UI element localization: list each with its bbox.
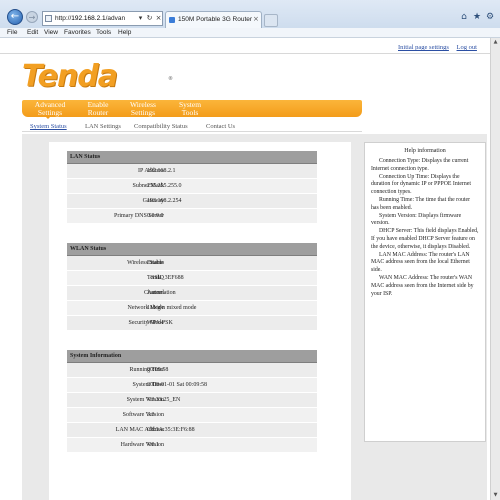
table-row: Channel Automation — [67, 286, 317, 301]
close-tab-icon[interactable]: × — [253, 15, 259, 23]
menu-bar: File Edit View Favorites Tools Help — [0, 28, 500, 38]
row-value: 00:09:58 — [147, 367, 169, 373]
search-dropdown-icon[interactable]: ▾ — [136, 12, 145, 24]
row-value: WPA-PSK — [147, 320, 173, 326]
subtab-system-status[interactable]: System Status — [30, 123, 67, 130]
page-icon — [45, 15, 52, 22]
menu-help[interactable]: Help — [118, 28, 131, 38]
nav-advanced-settings[interactable]: Advanced Settings — [31, 101, 69, 116]
header-divider — [0, 53, 490, 54]
row-value: 3.3 — [147, 412, 155, 418]
system-information-section: System Information Running Time 00:09:58 … — [67, 350, 317, 453]
table-row: Hardware Version V0.1 — [67, 438, 317, 453]
row-value: C8:3A:35:3E:F6:88 — [147, 427, 195, 433]
back-arrow-icon[interactable]: ← — [7, 9, 23, 25]
favorites-star-icon[interactable]: ★ — [472, 12, 482, 22]
logo-text: Tenda — [22, 59, 118, 94]
help-paragraph: Running Time: The time that the router h… — [371, 196, 471, 211]
main-nav: Advanced Settings Enable Router Wireless Se… — [22, 100, 362, 117]
scroll-down-icon[interactable]: ▼ — [491, 491, 500, 500]
subnav-divider — [22, 131, 362, 132]
table-row: Security Mode WPA-PSK — [67, 316, 317, 331]
row-value: 2000-01-01 Sat 00:09:58 — [147, 382, 207, 388]
tenda-logo: Tenda ® — [22, 59, 173, 94]
nav-enable-router[interactable]: Enable Router — [84, 101, 112, 116]
table-row: Primary DNS Server 0.0.0.0 — [67, 209, 317, 224]
nav-system-tools[interactable]: System Tools — [175, 101, 205, 116]
address-prefix: http:// — [55, 15, 72, 22]
section-title: LAN Status — [67, 151, 317, 164]
tab-router[interactable]: 150M Portable 3G Router — [165, 11, 262, 29]
row-value: 192.168.2.254 — [147, 198, 182, 204]
settings-gear-icon[interactable]: ⚙ — [485, 12, 495, 22]
row-value: Enable — [147, 260, 164, 266]
subtab-compatibility-status[interactable]: Compatibility Status — [134, 123, 188, 130]
menu-file[interactable]: File — [7, 28, 17, 38]
table-row: SSID Tenda_3EF688 — [67, 271, 317, 286]
row-value: 255.255.255.0 — [147, 183, 182, 189]
section-title: System Information — [67, 350, 317, 363]
section-title: WLAN Status — [67, 243, 317, 256]
help-paragraph: WAN MAC Address: The router's WAN MAC ad… — [371, 274, 474, 297]
address-domain: 192.168.2.1 — [71, 15, 106, 22]
vertical-scrollbar[interactable]: ▲ ▼ — [490, 38, 500, 500]
nav-label-line2: Settings — [130, 107, 156, 117]
help-title: Help information — [404, 148, 446, 154]
help-paragraph: Connection Type: Displays the current In… — [371, 158, 469, 172]
table-row: Software Version 3.3 — [67, 408, 317, 423]
table-row: Running Time 00:09:58 — [67, 363, 317, 378]
table-row: System Time 2000-01-01 Sat 00:09:58 — [67, 378, 317, 393]
top-links: Initial page settings Log out — [398, 44, 483, 51]
row-value: V3.33.25_EN — [147, 397, 181, 403]
address-url: http://192.168.2.1/advan — [55, 15, 125, 22]
table-row: Wireless Status Enable — [67, 256, 317, 271]
menu-view[interactable]: View — [44, 28, 58, 38]
nav-label-line2: Tools — [181, 107, 199, 117]
menu-tools[interactable]: Tools — [96, 28, 111, 38]
tab-title: 150M Portable 3G Router — [178, 16, 253, 23]
row-value: Tenda_3EF688 — [147, 275, 184, 281]
table-row: Gateway 192.168.2.254 — [67, 194, 317, 209]
address-path: /advan — [105, 15, 126, 22]
trademark-icon: ® — [168, 76, 173, 82]
refresh-icon[interactable]: ↻ — [145, 12, 154, 24]
forward-arrow-icon[interactable]: → — [26, 11, 38, 23]
row-value: V0.1 — [147, 442, 159, 448]
help-paragraph: Connection Up Time: Displays the duratio… — [371, 173, 471, 196]
help-paragraph: DHCP Server: This field displays Enabled… — [371, 228, 479, 250]
row-label: Software Version — [122, 412, 164, 418]
scroll-up-icon[interactable]: ▲ — [491, 38, 500, 47]
help-panel: Help information Connection Type: Displa… — [364, 142, 486, 442]
favicon-icon — [169, 17, 175, 23]
log-out-link[interactable]: Log out — [457, 44, 477, 51]
row-value: 11b/g/n mixed mode — [147, 305, 197, 311]
menu-favorites[interactable]: Favorites — [64, 28, 91, 38]
stop-icon[interactable]: × — [154, 12, 163, 24]
subtab-lan-settings[interactable]: LAN Settings — [85, 123, 121, 130]
subtab-contact-us[interactable]: Contact Us — [206, 123, 235, 130]
table-row: LAN MAC Address C8:3A:35:3E:F6:88 — [67, 423, 317, 438]
lan-status-section: LAN Status IP Address 192.168.2.1 Subnet … — [67, 151, 317, 224]
wlan-status-section: WLAN Status Wireless Status Enable SSID Te… — [67, 243, 317, 331]
table-row: System Version V3.33.25_EN — [67, 393, 317, 408]
active-nav-caret-icon — [45, 116, 51, 119]
initial-page-settings-link[interactable]: Initial page settings — [398, 44, 449, 51]
table-row: IP Address 192.168.2.1 — [67, 164, 317, 179]
menu-edit[interactable]: Edit — [27, 28, 38, 38]
home-icon[interactable]: ⌂ — [459, 12, 469, 22]
table-row: Network Mode 11b/g/n mixed mode — [67, 301, 317, 316]
nav-label-line2: Router — [87, 107, 109, 117]
help-paragraph: LAN MAC Address: The router's LAN MAC ad… — [371, 251, 470, 274]
table-row: Subnet Mask 255.255.255.0 — [67, 179, 317, 194]
help-paragraph: System Version: Displays firmware versio… — [371, 212, 462, 227]
row-value: Automation — [147, 290, 176, 296]
row-value: 0.0.0.0 — [147, 213, 164, 219]
row-value: 192.168.2.1 — [147, 168, 176, 174]
nav-wireless-settings[interactable]: Wireless Settings — [126, 101, 160, 116]
new-tab-button[interactable] — [264, 14, 278, 27]
